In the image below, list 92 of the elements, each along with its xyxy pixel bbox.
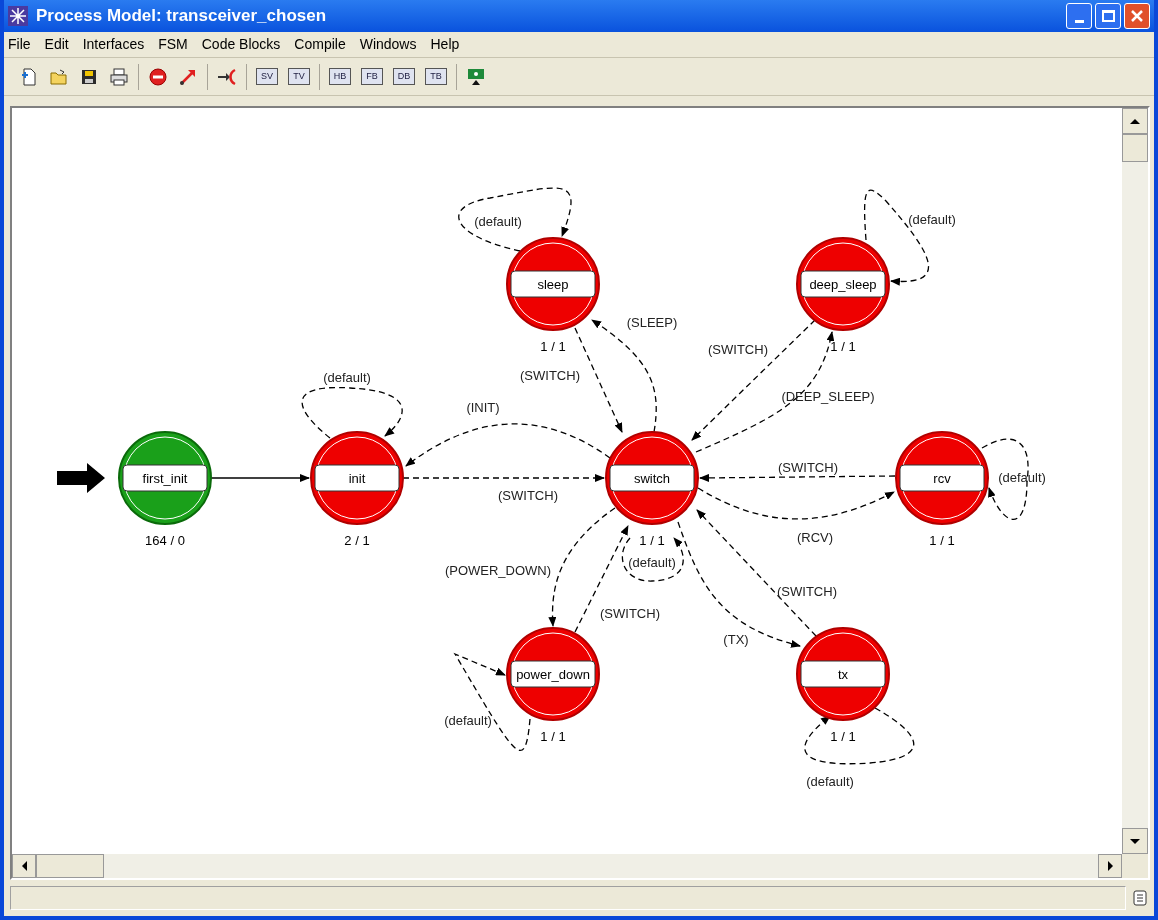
down-arrow-icon <box>1130 838 1140 844</box>
transition-arrow[interactable] <box>804 707 915 765</box>
minimize-icon <box>1074 20 1084 23</box>
scroll-up-button[interactable] <box>1122 108 1148 134</box>
transition-label: (default) <box>998 470 1046 485</box>
state-count: 1 / 1 <box>540 339 566 354</box>
state-name: switch <box>633 471 671 486</box>
transition-label: (SWITCH) <box>600 606 660 621</box>
menu-item[interactable]: Windows <box>359 34 417 55</box>
transition-arrow[interactable] <box>621 537 684 582</box>
stop-icon[interactable] <box>148 66 168 87</box>
left-arrow-icon <box>21 861 27 871</box>
compile-icon[interactable] <box>466 66 486 87</box>
menu-item[interactable]: Help <box>430 34 460 55</box>
new-file-icon[interactable] <box>19 66 39 87</box>
state-node[interactable] <box>895 431 989 525</box>
menu-item[interactable]: Code Blocks <box>201 34 281 55</box>
state-count: 1 / 1 <box>540 729 566 744</box>
transition-arrow[interactable] <box>697 487 895 520</box>
transition-label: (default) <box>444 713 492 728</box>
state-name: rcv <box>933 471 951 486</box>
menu-item[interactable]: FSM <box>158 34 188 55</box>
scroll-right-button[interactable] <box>1098 854 1122 878</box>
maximize-icon <box>1101 10 1115 22</box>
state-node[interactable] <box>605 431 699 525</box>
toolbar-button[interactable]: SV <box>256 68 278 85</box>
transition-label: (default) <box>628 555 676 570</box>
state-node[interactable] <box>796 237 890 331</box>
maximize-button[interactable] <box>1095 3 1121 29</box>
transition-label: (SWITCH) <box>498 488 558 503</box>
menu-item[interactable]: Interfaces <box>82 34 145 55</box>
scroll-thumb[interactable] <box>1122 134 1148 162</box>
minimize-button[interactable] <box>1066 3 1092 29</box>
scroll-left-button[interactable] <box>12 854 36 878</box>
state-node[interactable] <box>506 627 600 721</box>
state-node[interactable] <box>310 431 404 525</box>
state-node[interactable] <box>118 431 212 525</box>
transition-label: (SWITCH) <box>777 584 837 599</box>
transition-label: (default) <box>908 212 956 227</box>
state-count: 1 / 1 <box>639 533 665 548</box>
transition-label: (default) <box>323 370 371 385</box>
state-count: 164 / 0 <box>145 533 185 548</box>
state-count: 2 / 1 <box>344 533 370 548</box>
transition-label: (SWITCH) <box>520 368 580 383</box>
toolbar-button[interactable]: DB <box>393 68 415 85</box>
horizontal-scrollbar[interactable] <box>12 854 1122 878</box>
window-title: Process Model: transceiver_chosen <box>36 5 328 28</box>
transition-arrow[interactable] <box>301 386 403 439</box>
transition-label: (default) <box>474 214 522 229</box>
state-name: deep_sleep <box>809 277 877 292</box>
state-count: 1 / 1 <box>929 533 955 548</box>
transition-arrow[interactable] <box>210 474 310 482</box>
transition-label: (INIT) <box>466 400 500 415</box>
toolbar-button[interactable]: HB <box>329 68 351 85</box>
transition-label: (TX) <box>723 632 749 647</box>
menu-item[interactable]: Compile <box>294 34 346 55</box>
star-app-icon <box>8 6 28 26</box>
menu-item[interactable]: Edit <box>44 34 69 55</box>
close-button[interactable] <box>1124 3 1150 29</box>
scroll-down-button[interactable] <box>1122 828 1148 854</box>
toolbar-button[interactable]: FB <box>361 68 383 85</box>
scroll-document-icon[interactable] <box>1130 888 1150 908</box>
state-name: power_down <box>516 667 590 682</box>
state-count: 1 / 1 <box>830 339 856 354</box>
printer-icon[interactable] <box>109 66 129 87</box>
state-name: sleep <box>537 277 569 292</box>
scroll-thumb[interactable] <box>36 854 104 878</box>
transition-label: (SLEEP) <box>626 315 678 330</box>
state-node[interactable] <box>506 237 600 331</box>
transition-arrow[interactable] <box>699 473 896 482</box>
state-name: init <box>348 471 366 486</box>
transition-arrow[interactable] <box>402 474 605 482</box>
right-arrow-icon <box>1107 861 1113 871</box>
toolbar-button[interactable]: TV <box>288 68 310 85</box>
merge-arrow-icon[interactable] <box>217 66 237 87</box>
transition-label: (SWITCH) <box>778 460 838 475</box>
state-name: first_init <box>142 471 188 486</box>
close-icon <box>1130 9 1144 23</box>
transition-arrow[interactable] <box>458 187 572 252</box>
up-arrow-icon <box>1130 118 1140 124</box>
transition-label: (SWITCH) <box>708 342 768 357</box>
menu-item[interactable]: File <box>8 34 31 55</box>
transition-label: (POWER_DOWN) <box>444 563 552 578</box>
vertical-scrollbar[interactable] <box>1122 108 1148 854</box>
toolbar-button[interactable]: TB <box>425 68 447 85</box>
transition-label: (RCV) <box>796 530 834 545</box>
transition-label: (DEEP_SLEEP) <box>781 389 875 404</box>
state-name: tx <box>837 667 849 682</box>
transition-label: (default) <box>806 774 854 789</box>
state-count: 1 / 1 <box>830 729 856 744</box>
transition-arrow[interactable] <box>405 423 611 467</box>
state-node[interactable] <box>796 627 890 721</box>
